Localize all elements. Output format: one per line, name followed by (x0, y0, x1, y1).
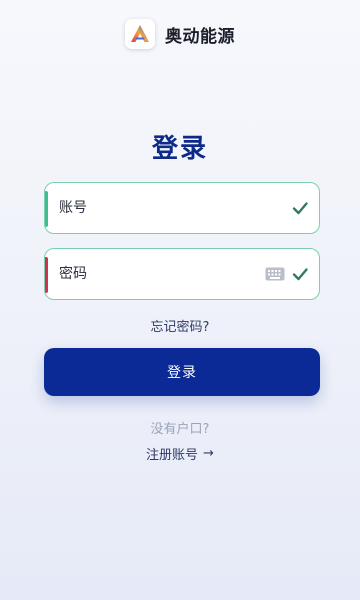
login-button[interactable]: 登录 (44, 348, 320, 396)
arrow-right-icon: → (203, 446, 214, 461)
account-input[interactable] (59, 183, 259, 233)
forgot-password-link[interactable]: 忘记密码? (0, 316, 360, 335)
password-input[interactable] (59, 249, 259, 299)
register-link[interactable]: 注册账号 → (0, 444, 360, 463)
app-header: 奥动能源 (0, 16, 360, 52)
password-field[interactable] (44, 248, 320, 300)
no-account-text: 没有户口? (150, 422, 210, 437)
check-icon (292, 268, 308, 281)
check-icon (292, 202, 308, 215)
app-logo (125, 19, 155, 49)
brand-name: 奥动能源 (165, 26, 235, 47)
keyboard-icon[interactable] (265, 266, 285, 282)
register-label[interactable]: 注册账号 (146, 444, 198, 463)
triangle-a-logo-icon (131, 25, 149, 42)
page-title: 登录 (151, 134, 208, 164)
account-field[interactable] (44, 182, 320, 234)
account-field-accent-bar (45, 191, 48, 227)
password-field-accent-bar (45, 257, 48, 293)
